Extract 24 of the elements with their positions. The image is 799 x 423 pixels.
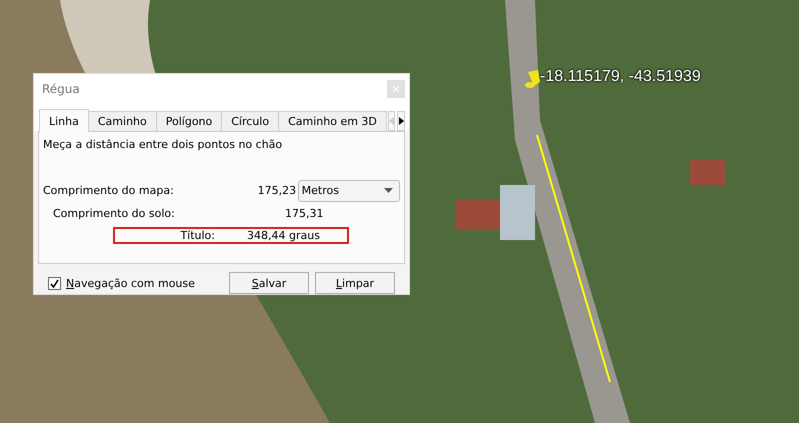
left-arrow-icon [389, 116, 394, 125]
measurement-label: Título: [179, 228, 215, 242]
measurement-label: Comprimento do mapa: [43, 184, 175, 198]
unit-dropdown[interactable]: Metros [298, 180, 400, 202]
window-title: Régua [42, 82, 80, 96]
mouse-navigation-checkbox[interactable]: Navegação com mouse [48, 276, 195, 290]
coordinate-label: -18.115179, -43.51939 [540, 68, 701, 86]
description-text: Meça a distância entre dois pontos no chão [43, 138, 284, 151]
building [690, 160, 725, 185]
dialog-button[interactable]: Limpar [315, 272, 395, 294]
scroll-right-button[interactable] [397, 110, 405, 131]
measurement-value: 348,44 graus [247, 228, 320, 242]
measurement-label: Comprimento do solo: [52, 207, 176, 220]
close-button[interactable] [387, 80, 405, 98]
checkmark-icon [50, 278, 59, 288]
close-icon [393, 86, 399, 92]
right-arrow-icon [398, 116, 404, 125]
tab[interactable]: Caminho em 3D [278, 110, 387, 131]
dialog-button[interactable]: Salvar [229, 272, 309, 294]
tab[interactable]: Polígono [156, 110, 222, 131]
tab[interactable]: Linha [39, 108, 89, 132]
tab[interactable]: Caminho [88, 110, 157, 131]
tab[interactable]: Círculo [221, 110, 280, 131]
caret-icon [384, 188, 393, 194]
